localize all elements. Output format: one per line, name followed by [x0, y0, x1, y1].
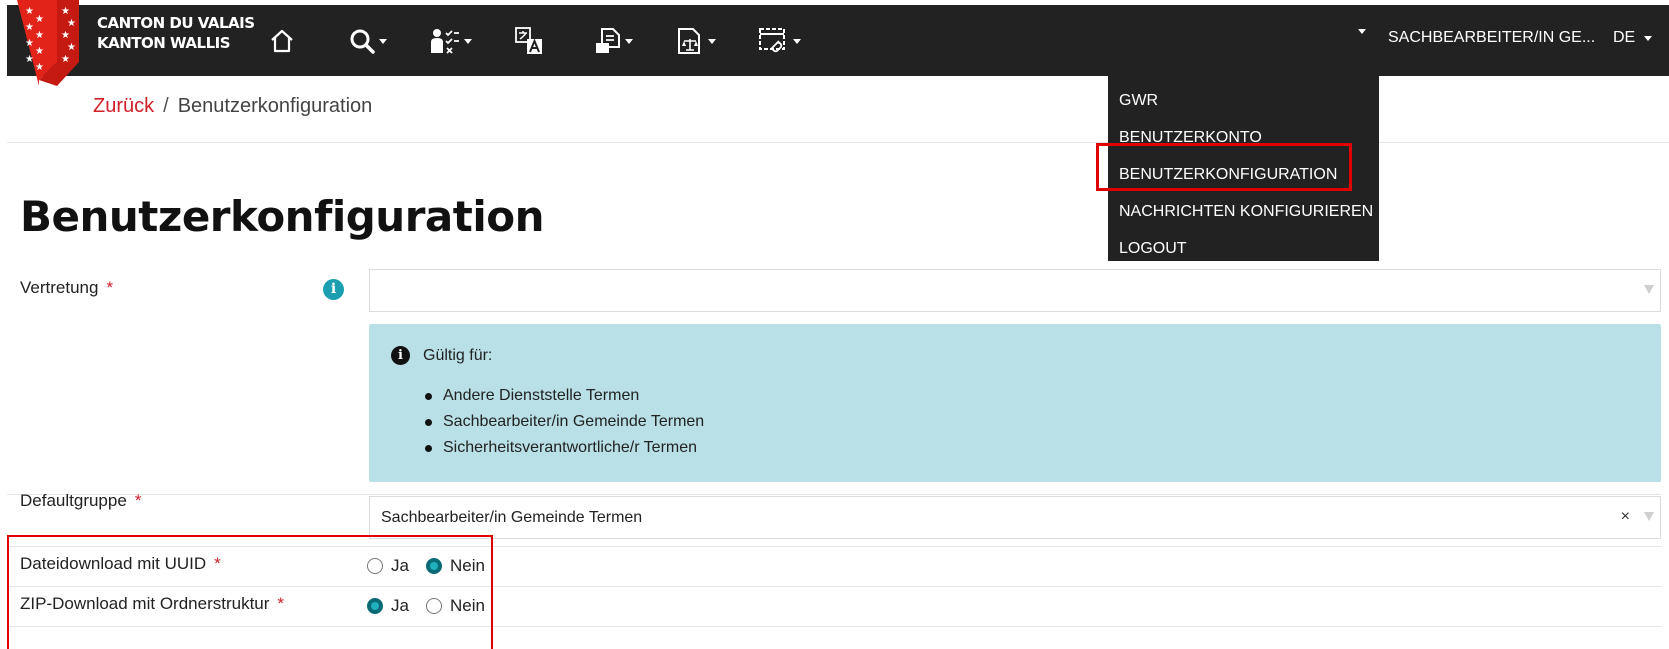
document-icon [596, 28, 620, 53]
language-label: DE [1613, 29, 1636, 46]
zip-download-nein-radio[interactable] [425, 598, 442, 614]
search-icon [350, 29, 375, 54]
divider [7, 142, 1669, 143]
chevron-down-icon [379, 38, 387, 44]
radio-label[interactable]: Nein [450, 556, 485, 576]
radio-label[interactable]: Ja [391, 596, 409, 616]
chevron-down-icon [1358, 29, 1366, 34]
dropdown-arrow-icon [1644, 285, 1654, 294]
svg-text:★: ★ [25, 38, 34, 49]
user-menu-toggle[interactable] [1358, 29, 1366, 34]
list-item: Sachbearbeiter/in Gemeinde Termen [423, 409, 704, 435]
search-menu[interactable] [349, 23, 387, 59]
clear-icon[interactable]: × [1621, 508, 1630, 526]
vertretung-select[interactable] [369, 269, 1661, 312]
divider [7, 626, 1661, 627]
defaultgruppe-select[interactable]: Sachbearbeiter/in Gemeinde Termen × [369, 496, 1661, 539]
required-marker: * [134, 491, 142, 510]
menu-item-benutzerkonto[interactable]: BENUTZERKONTO [1108, 119, 1379, 156]
checklist-icon [431, 29, 459, 54]
vertretung-label: Vertretung * [20, 278, 113, 298]
vertretung-label-text: Vertretung [20, 278, 99, 297]
defaultgruppe-label-text: Defaultgruppe [20, 491, 127, 510]
menu-item-benutzerkonfiguration[interactable]: BENUTZERKONFIGURATION [1108, 156, 1379, 193]
translate-icon[interactable] [515, 23, 543, 59]
chevron-down-icon [1644, 35, 1653, 41]
list-item: Sicherheitsverantwortliche/r Termen [423, 435, 704, 461]
links-menu[interactable] [759, 23, 801, 59]
menu-item-logout[interactable]: LOGOUT [1108, 230, 1379, 267]
role-label: SACHBEARBEITER/IN GE... [1388, 29, 1596, 46]
brand-name[interactable]: CANTON DU VALAIS KANTON WALLIS [97, 13, 255, 53]
legal-menu[interactable] [676, 23, 716, 59]
chevron-down-icon [708, 38, 716, 44]
svg-text:★: ★ [25, 22, 34, 33]
svg-text:★: ★ [61, 30, 70, 41]
language-selector[interactable]: DE [1613, 29, 1653, 47]
svg-text:★: ★ [25, 6, 34, 17]
zip-download-ja-radio[interactable] [367, 598, 383, 614]
required-marker: * [106, 278, 114, 297]
uuid-download-nein-radio[interactable] [425, 558, 442, 574]
svg-text:★: ★ [61, 6, 70, 17]
required-marker: * [214, 554, 221, 573]
breadcrumb-current: Benutzerkonfiguration [177, 95, 373, 117]
svg-text:★: ★ [35, 30, 44, 41]
top-navbar: CANTON DU VALAIS KANTON WALLIS SACHBEARB… [7, 5, 1669, 76]
download-options-highlight-box [7, 535, 493, 649]
defaultgruppe-value: Sachbearbeiter/in Gemeinde Termen [381, 509, 643, 526]
info-box-title: Gültig für: [423, 346, 493, 364]
svg-text:★: ★ [25, 54, 34, 65]
svg-text:★: ★ [61, 54, 70, 65]
page-title: Benutzerkonfiguration [20, 192, 545, 241]
breadcrumb-separator: / [163, 95, 169, 117]
uuid-download-label: Dateidownload mit UUID * [20, 554, 221, 574]
breadcrumb: Zurück / Benutzerkonfiguration [93, 95, 372, 118]
defaultgruppe-label: Defaultgruppe * [20, 491, 141, 511]
radio-label[interactable]: Nein [450, 596, 485, 616]
info-box-header: i Gültig für: [391, 346, 492, 365]
svg-text:★: ★ [67, 42, 76, 53]
uuid-download-ja-radio[interactable] [367, 558, 383, 574]
menu-item-nachrichten-konfigurieren[interactable]: NACHRICHTEN KONFIGURIEREN [1108, 193, 1379, 230]
divider [7, 546, 1661, 547]
uuid-download-label-text: Dateidownload mit UUID [20, 554, 207, 573]
chevron-down-icon [464, 38, 472, 44]
info-box-list: Andere Dienststelle Termen Sachbearbeite… [423, 383, 704, 461]
user-dropdown-menu: GWR BENUTZERKONTO BENUTZERKONFIGURATION … [1108, 76, 1379, 261]
dropdown-arrow-icon [1644, 512, 1654, 521]
info-icon: i [391, 346, 410, 365]
chevron-down-icon [793, 38, 801, 44]
svg-text:★: ★ [35, 62, 44, 73]
canton-logo[interactable]: ★ ★ ★ ★ ★ ★ ★ ★ ★ ★ ★ ★ ★ [17, 0, 87, 86]
browser-link-icon [759, 28, 785, 53]
documents-menu[interactable] [595, 23, 633, 59]
chevron-down-icon [625, 38, 633, 44]
list-item: Andere Dienststelle Termen [423, 383, 704, 409]
zip-download-label-text: ZIP-Download mit Ordnerstruktur [20, 594, 270, 613]
tasks-menu[interactable] [430, 23, 472, 59]
brand-line-2: KANTON WALLIS [97, 34, 231, 52]
role-selector[interactable]: SACHBEARBEITER/IN GE... [1388, 29, 1595, 47]
zip-download-radio-group: Ja Nein [367, 596, 502, 616]
divider [7, 586, 1661, 587]
svg-text:★: ★ [35, 14, 44, 25]
uuid-download-radio-group: Ja Nein [367, 556, 502, 576]
menu-item-gwr[interactable]: GWR [1108, 82, 1379, 119]
home-icon[interactable] [269, 23, 295, 59]
required-marker: * [277, 594, 285, 613]
svg-text:★: ★ [35, 46, 44, 57]
brand-line-1: CANTON DU VALAIS [97, 14, 255, 32]
breadcrumb-back-link[interactable]: Zurück [93, 95, 154, 117]
scales-document-icon [678, 28, 700, 54]
info-icon[interactable]: i [323, 279, 344, 300]
info-box: i Gültig für: Andere Dienststelle Termen… [369, 324, 1661, 482]
divider [7, 494, 1661, 495]
svg-text:★: ★ [67, 18, 76, 29]
zip-download-label: ZIP-Download mit Ordnerstruktur * [20, 594, 284, 614]
radio-label[interactable]: Ja [391, 556, 409, 576]
